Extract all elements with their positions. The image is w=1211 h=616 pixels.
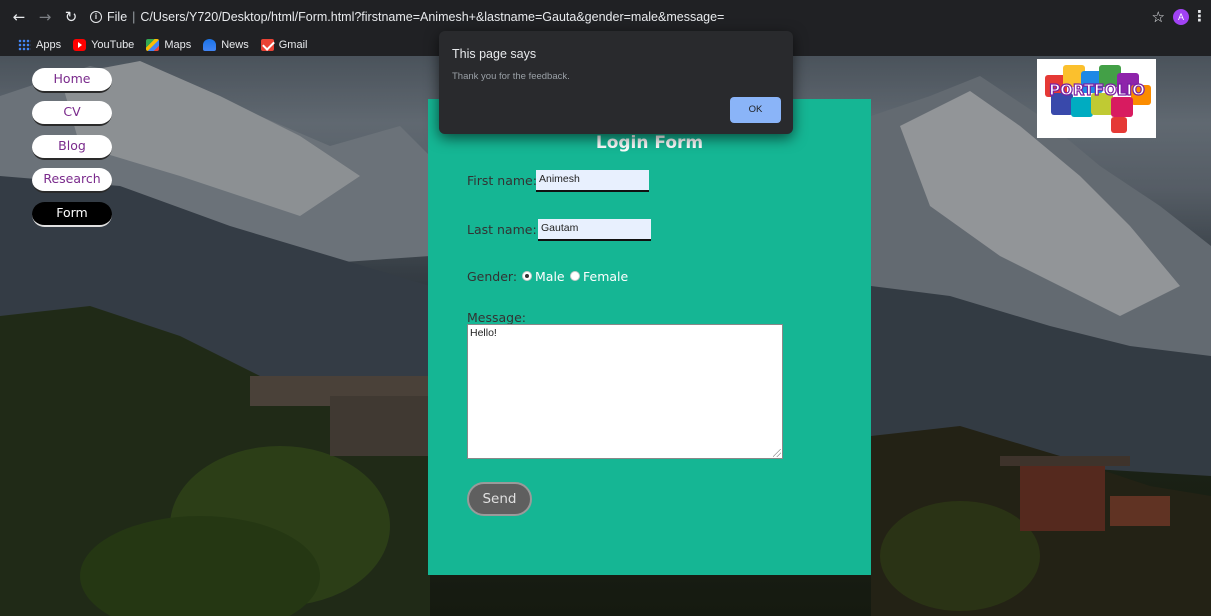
maps-icon — [146, 39, 160, 51]
bookmark-label: News — [221, 39, 249, 51]
bookmark-label: YouTube — [91, 39, 135, 51]
login-form-panel: Login Form First name: Animesh Last name… — [428, 99, 871, 575]
gender-female-label: Female — [583, 269, 629, 284]
bookmark-label: Gmail — [278, 39, 308, 51]
nav-form[interactable]: Form — [32, 202, 112, 227]
bookmark-news[interactable]: News — [203, 39, 249, 51]
bookmark-gmail[interactable]: Gmail — [260, 39, 308, 51]
profile-avatar[interactable]: A — [1173, 9, 1189, 25]
url-scheme: File — [107, 10, 128, 24]
bookmark-youtube[interactable]: YouTube — [73, 39, 134, 51]
gmail-icon — [260, 39, 274, 51]
page-viewport: Home CV Blog Research Form PORTFOLIO Log… — [0, 56, 1211, 616]
last-name-input[interactable]: Gautam — [538, 219, 651, 241]
portfolio-logo: PORTFOLIO — [1037, 59, 1156, 138]
nav-cv[interactable]: CV — [32, 101, 112, 126]
apps-icon — [18, 39, 31, 51]
gender-label: Gender: — [467, 269, 518, 284]
back-arrow-icon[interactable]: ← — [6, 8, 32, 26]
bookmark-star-icon[interactable]: ☆ — [1152, 8, 1165, 26]
dialog-ok-button[interactable]: OK — [730, 97, 781, 123]
url-text: C/Users/Y720/Desktop/html/Form.html?firs… — [140, 10, 725, 24]
alert-dialog: This page says Thank you for the feedbac… — [439, 31, 793, 134]
forward-arrow-icon[interactable]: → — [32, 8, 58, 26]
bookmark-apps[interactable]: Apps — [18, 39, 61, 51]
gender-male-radio[interactable] — [522, 271, 532, 281]
menu-kebab-icon[interactable]: ⋮ — [1192, 7, 1207, 25]
gender-male-label: Male — [535, 269, 565, 284]
message-textarea[interactable]: Hello! — [467, 324, 783, 459]
news-icon — [203, 39, 217, 51]
dialog-title: This page says — [452, 47, 537, 61]
message-text: Hello! — [470, 327, 497, 339]
message-label: Message: — [467, 310, 526, 325]
logo-text: PORTFOLIO — [1049, 81, 1145, 99]
url-separator: | — [132, 10, 136, 24]
dialog-message: Thank you for the feedback. — [452, 71, 570, 82]
bookmark-maps[interactable]: Maps — [146, 39, 191, 51]
bookmark-label: Maps — [164, 39, 192, 51]
info-icon[interactable]: i — [90, 11, 102, 23]
nav-home[interactable]: Home — [32, 68, 112, 93]
gender-female-radio[interactable] — [570, 271, 580, 281]
send-button[interactable]: Send — [467, 482, 532, 516]
bookmark-label: Apps — [36, 39, 62, 51]
puzzle-logo-icon: PORTFOLIO — [1045, 65, 1151, 133]
reload-icon[interactable]: ↻ — [58, 8, 84, 26]
form-title: Login Form — [595, 133, 704, 153]
youtube-icon — [73, 39, 87, 51]
first-name-input[interactable]: Animesh — [536, 170, 649, 192]
last-name-label: Last name: — [467, 222, 537, 237]
first-name-label: First name: — [467, 173, 537, 188]
address-bar[interactable]: i File | C/Users/Y720/Desktop/html/Form.… — [90, 4, 724, 30]
nav-research[interactable]: Research — [32, 168, 112, 193]
nav-blog[interactable]: Blog — [32, 135, 112, 160]
resize-grip-icon[interactable] — [773, 449, 781, 457]
browser-toolbar: ← → ↻ i File | C/Users/Y720/Desktop/html… — [0, 0, 1211, 34]
